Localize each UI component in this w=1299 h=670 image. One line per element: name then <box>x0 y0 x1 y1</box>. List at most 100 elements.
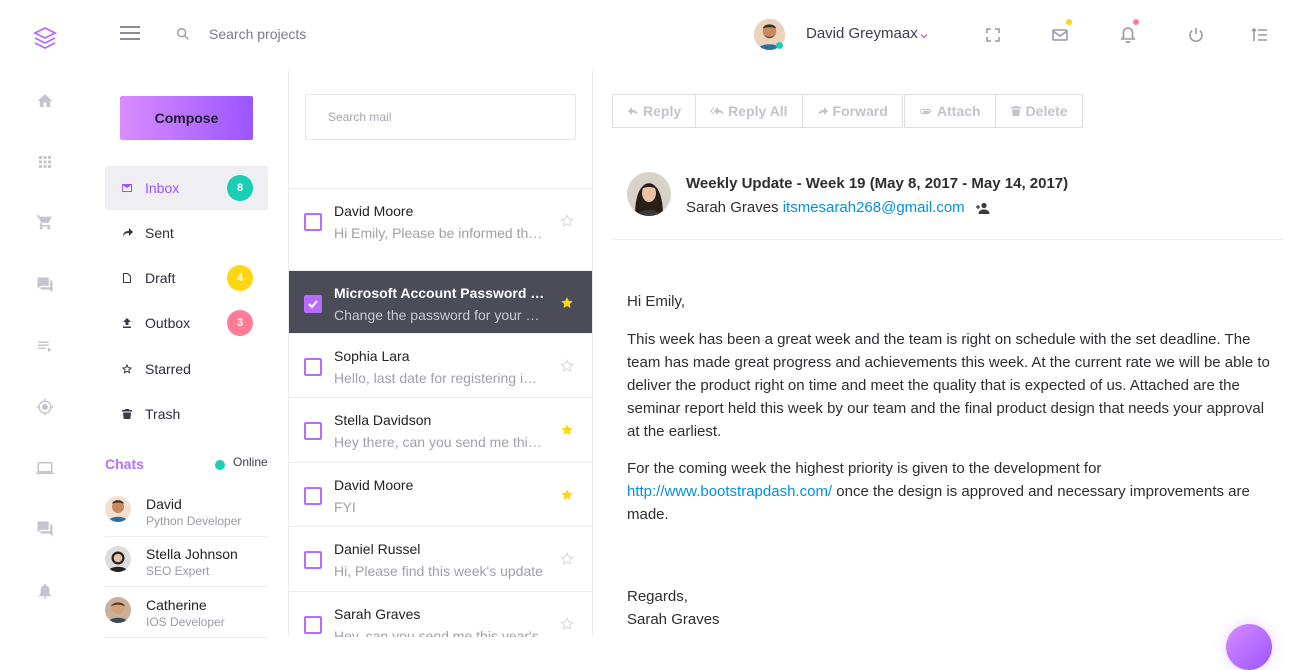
layers-logo-icon[interactable] <box>32 26 58 50</box>
bell-notification-dot <box>1133 19 1139 25</box>
mail-checkbox-checked[interactable] <box>304 295 322 313</box>
bell-icon[interactable] <box>1119 26 1137 44</box>
search-mail-placeholder: Search mail <box>328 110 392 124</box>
search-projects-input[interactable]: Search projects <box>209 26 306 42</box>
floating-action-button[interactable] <box>1226 624 1272 670</box>
contact-avatar <box>105 496 131 522</box>
star-outline-icon[interactable] <box>560 617 574 631</box>
alarm-bell-icon[interactable] <box>36 582 54 600</box>
sort-list-icon[interactable] <box>1251 26 1269 44</box>
mail-checkbox[interactable] <box>304 551 322 569</box>
email-subject: Weekly Update - Week 19 (May 8, 2017 - M… <box>686 175 1069 192</box>
email-paragraph-2: For the coming week the highest priority… <box>627 457 1277 526</box>
bootstrapdash-link[interactable]: http://www.bootstrapdash.com/ <box>627 483 832 500</box>
cart-icon[interactable] <box>36 213 54 231</box>
mail-checkbox[interactable] <box>304 616 322 634</box>
outbox-count-badge: 3 <box>227 310 253 336</box>
star-outline-icon[interactable] <box>560 214 574 228</box>
apps-grid-icon[interactable] <box>36 153 54 171</box>
star-filled-icon[interactable] <box>560 488 574 502</box>
mail-sender: Daniel Russel <box>334 541 421 557</box>
reply-all-button[interactable]: Reply All <box>696 95 803 127</box>
attach-button[interactable]: Attach <box>905 95 996 127</box>
mail-snippet: FYI <box>334 499 356 515</box>
mail-list-item-selected[interactable]: Microsoft Account Password Change Change… <box>289 270 592 333</box>
mail-checkbox[interactable] <box>304 422 322 440</box>
mail-checkbox[interactable] <box>304 487 322 505</box>
sender-email-link[interactable]: itsmesarah268@gmail.com <box>783 199 965 216</box>
user-name[interactable]: David Greymaax <box>806 25 918 42</box>
mail-snippet: Hello, last date for registering is Feb … <box>334 370 544 386</box>
forward-label: Forward <box>832 103 888 119</box>
compose-button[interactable]: Compose <box>120 96 253 140</box>
mail-checkbox[interactable] <box>304 358 322 376</box>
contact-name: Stella Johnson <box>146 546 238 562</box>
star-filled-icon[interactable] <box>560 296 574 310</box>
forward-arrow-icon <box>817 107 828 116</box>
reply-all-label: Reply All <box>728 103 788 119</box>
fullscreen-icon[interactable] <box>984 26 1002 44</box>
star-filled-icon[interactable] <box>560 423 574 437</box>
attach-label: Attach <box>937 103 981 119</box>
folder-draft[interactable]: Draft 4 <box>105 256 268 300</box>
mail-list-item[interactable]: David Moore Hi Emily, Please be informed… <box>289 188 592 252</box>
mail-sender: Sarah Graves <box>334 606 421 622</box>
search-mail-input[interactable]: Search mail <box>305 94 576 140</box>
sender-avatar <box>627 172 671 216</box>
contact-name: David <box>146 496 182 512</box>
draft-count-badge: 4 <box>227 265 253 291</box>
mail-list-item[interactable]: Daniel Russel Hi, Please find this week'… <box>289 526 592 590</box>
folder-label: Starred <box>145 361 191 377</box>
mail-sender: Microsoft Account Password Change <box>334 285 549 301</box>
mail-list-item[interactable]: Stella Davidson Hey there, can you send … <box>289 397 592 461</box>
folder-outbox[interactable]: Outbox 3 <box>105 301 268 345</box>
crosshair-icon[interactable] <box>36 398 54 416</box>
star-outline-icon[interactable] <box>560 359 574 373</box>
reply-button[interactable]: Reply <box>613 95 697 127</box>
inbox-envelope-icon <box>121 181 133 193</box>
trash-icon <box>1010 106 1021 116</box>
header-divider <box>612 239 1283 240</box>
online-status-label: Online <box>233 455 268 469</box>
icon-rail <box>0 0 90 637</box>
forward-button[interactable]: Forward <box>803 95 902 127</box>
contact-role: Python Developer <box>146 514 242 528</box>
chat-bubbles-icon[interactable] <box>36 276 54 294</box>
monitor-icon[interactable] <box>36 459 54 477</box>
mail-list-item[interactable]: Sophia Lara Hello, last date for registe… <box>289 333 592 397</box>
list-icon[interactable] <box>36 337 54 355</box>
folder-starred[interactable]: Starred <box>105 347 268 391</box>
star-outline-icon[interactable] <box>560 552 574 566</box>
delete-button[interactable]: Delete <box>996 95 1082 127</box>
add-contact-icon[interactable] <box>975 201 991 214</box>
email-greeting: Hi Emily, <box>627 293 686 310</box>
paragraph-text: For the coming week the highest priority… <box>627 460 1102 477</box>
mail-list-item[interactable]: Sarah Graves Hey, can you send me this y… <box>289 591 592 637</box>
email-signature: Sarah Graves <box>627 611 720 628</box>
trash-icon <box>121 407 133 419</box>
folder-inbox[interactable]: Inbox 8 <box>105 166 268 210</box>
online-status-dot <box>776 42 783 49</box>
mail-checkbox[interactable] <box>304 213 322 231</box>
search-icon <box>176 27 190 41</box>
chat-contact[interactable]: Catherine IOS Developer <box>105 588 268 638</box>
chats-heading: Chats <box>105 456 144 472</box>
mail-list-item[interactable]: David Moore FYI <box>289 462 592 526</box>
online-indicator-dot <box>215 460 225 470</box>
folder-label: Trash <box>145 406 181 422</box>
power-icon[interactable] <box>1187 26 1205 44</box>
message-icon[interactable] <box>36 520 54 538</box>
file-actions-group: Attach Delete <box>904 94 1083 128</box>
chat-contact[interactable]: Stella Johnson SEO Expert <box>105 537 268 587</box>
folder-label: Draft <box>145 270 176 286</box>
folder-trash[interactable]: Trash <box>105 392 268 436</box>
folder-sent[interactable]: Sent <box>105 211 268 255</box>
home-icon[interactable] <box>36 92 54 110</box>
menu-toggle-icon[interactable] <box>120 26 140 44</box>
mail-icon[interactable] <box>1051 26 1069 44</box>
chevron-down-icon[interactable] <box>919 28 929 39</box>
email-paragraph-1: This week has been a great week and the … <box>627 331 1270 440</box>
chat-contact[interactable]: David Python Developer <box>105 487 268 537</box>
reply-label: Reply <box>643 103 682 119</box>
reply-actions-group: Reply Reply All Forward <box>612 94 903 128</box>
